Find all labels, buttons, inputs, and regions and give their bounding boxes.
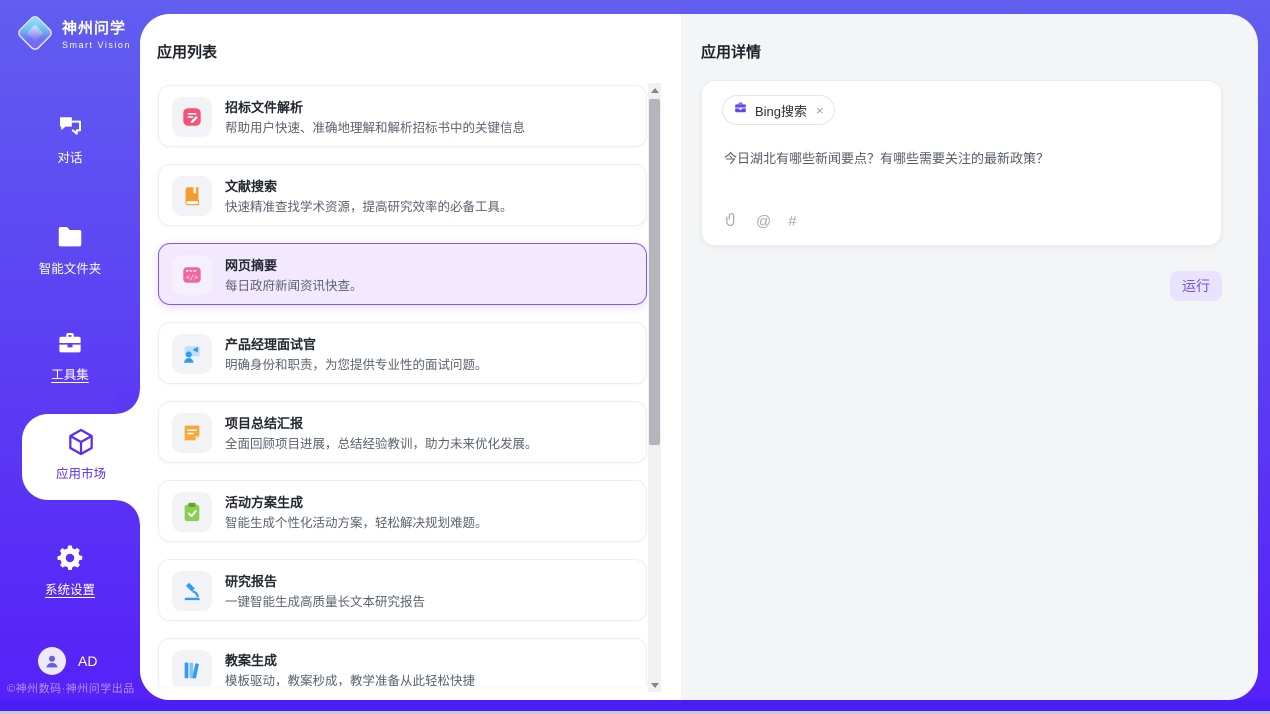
- app-card-interviewer[interactable]: 产品经理面试官明确身份和职责，为您提供专业性的面试问题。: [158, 322, 647, 384]
- sidebar-item-label: 应用市场: [56, 463, 106, 482]
- app-card-note[interactable]: 项目总结汇报全面回顾项目进展，总结经验教训，助力未来优化发展。: [158, 401, 647, 463]
- document-pen-icon: [172, 97, 212, 137]
- sidebar-item-label: 智能文件夹: [39, 258, 102, 277]
- user-row[interactable]: AD: [38, 647, 97, 675]
- brand-name: 神州问学: [62, 17, 131, 38]
- app-card-document-pen[interactable]: 招标文件解析帮助用户快速、准确地理解和解析招标书中的关键信息: [158, 85, 647, 147]
- app-card-description: 快速精准查找学术资源，提高研究效率的必备工具。: [225, 196, 513, 215]
- app-card-list: 招标文件解析帮助用户快速、准确地理解和解析招标书中的关键信息文献搜索快速精准查找…: [158, 85, 647, 700]
- scrollbar-up-arrow-icon[interactable]: [648, 83, 661, 97]
- app-card-description: 全面回顾项目进展，总结经验教训，助力未来优化发展。: [225, 433, 538, 452]
- active-tab-fillet-top: [116, 390, 140, 414]
- app-card-book[interactable]: 文献搜索快速精准查找学术资源，提高研究效率的必备工具。: [158, 164, 647, 226]
- app-card-description: 每日政府新闻资讯快查。: [225, 275, 363, 294]
- tool-chip-bing-search[interactable]: Bing搜索 ×: [722, 95, 835, 125]
- sidebar-item-folder[interactable]: 智能文件夹: [0, 222, 140, 278]
- app-list-scrollbar[interactable]: [648, 83, 661, 692]
- prompt-input-card[interactable]: Bing搜索 × 今日湖北有哪些新闻要点？有哪些需要关注的最新政策？ @#: [701, 80, 1222, 246]
- main-content: 应用列表 招标文件解析帮助用户快速、准确地理解和解析招标书中的关键信息文献搜索快…: [140, 14, 1258, 700]
- app-card-description: 智能生成个性化活动方案，轻松解决规划难题。: [225, 512, 488, 531]
- app-card-microscope[interactable]: 研究报告一键智能生成高质量长文本研究报告: [158, 559, 647, 621]
- active-tab-fillet-bottom: [116, 500, 140, 524]
- cube-icon: [22, 427, 140, 457]
- sidebar-item-label: 对话: [57, 147, 82, 166]
- tool-chip-label: Bing搜索: [755, 101, 807, 120]
- clipboard-check-icon: [172, 492, 212, 532]
- app-card-clipboard-check[interactable]: 活动方案生成智能生成个性化活动方案，轻松解决规划难题。: [158, 480, 647, 542]
- toolbox-icon: [0, 328, 140, 358]
- app-list-pane: 应用列表 招标文件解析帮助用户快速、准确地理解和解析招标书中的关键信息文献搜索快…: [140, 14, 681, 700]
- app-card-title: 研究报告: [225, 571, 277, 590]
- sidebar: 神州问学 Smart Vision 对话智能文件夹工具集应用市场系统设置 AD …: [0, 0, 140, 700]
- app-card-webpage-code[interactable]: </> 网页摘要每日政府新闻资讯快查。: [158, 243, 647, 305]
- copyright-footer: ©神州数码·神州问学出品: [0, 680, 140, 696]
- sidebar-item-chat[interactable]: 对话: [0, 111, 140, 167]
- app-card-title: 产品经理面试官: [225, 334, 316, 353]
- books-icon: [172, 650, 212, 686]
- folder-icon: [0, 222, 140, 252]
- app-card-title: 活动方案生成: [225, 492, 303, 511]
- avatar[interactable]: [38, 647, 66, 675]
- briefcase-icon: [733, 100, 748, 120]
- sidebar-item-cube[interactable]: 应用市场: [22, 414, 140, 500]
- app-card-title: 文献搜索: [225, 176, 277, 195]
- tool-chip-close-icon[interactable]: ×: [816, 103, 824, 118]
- app-card-description: 模板驱动，教案秒成，教学准备从此轻松快捷: [225, 670, 475, 686]
- chat-icon: [0, 111, 140, 141]
- app-card-title: 招标文件解析: [225, 97, 303, 116]
- brand-subtitle: Smart Vision: [62, 40, 131, 50]
- query-input[interactable]: 今日湖北有哪些新闻要点？有哪些需要关注的最新政策？: [724, 149, 1194, 170]
- app-window: 神州问学 Smart Vision 对话智能文件夹工具集应用市场系统设置 AD …: [0, 0, 1270, 714]
- svg-text:</>: </>: [186, 274, 198, 282]
- interviewer-icon: [172, 334, 212, 374]
- bottom-accent-bar: [0, 700, 1270, 711]
- sidebar-item-gear[interactable]: 系统设置: [0, 543, 140, 599]
- scrollbar-down-arrow-icon[interactable]: [648, 678, 661, 692]
- scrollbar-thumb[interactable]: [649, 99, 660, 445]
- composer-toolbar: @#: [724, 211, 797, 232]
- book-icon: [172, 176, 212, 216]
- app-card-description: 一键智能生成高质量长文本研究报告: [225, 591, 425, 610]
- app-card-description: 帮助用户快速、准确地理解和解析招标书中的关键信息: [225, 117, 525, 136]
- app-card-title: 教案生成: [225, 650, 277, 669]
- app-list-title: 应用列表: [157, 41, 217, 62]
- user-initials: AD: [78, 653, 97, 669]
- app-card-books[interactable]: 教案生成模板驱动，教案秒成，教学准备从此轻松快捷: [158, 638, 647, 686]
- app-card-title: 项目总结汇报: [225, 413, 303, 432]
- hash-icon[interactable]: #: [788, 213, 796, 230]
- sidebar-item-label: 工具集: [51, 364, 89, 383]
- sidebar-item-label: 系统设置: [45, 579, 95, 598]
- app-detail-pane: 应用详情 Bing搜索 × 今日湖北有哪些新闻要点？有哪些需要关注的最新政策？ …: [681, 14, 1258, 700]
- brand-diamond-icon: [16, 14, 54, 52]
- app-card-title: 网页摘要: [225, 255, 277, 274]
- run-button[interactable]: 运行: [1170, 271, 1222, 301]
- at-icon[interactable]: @: [756, 213, 771, 230]
- gear-icon: [0, 543, 140, 573]
- app-detail-title: 应用详情: [701, 41, 761, 62]
- brand-logo: 神州问学 Smart Vision: [16, 14, 131, 52]
- note-icon: [172, 413, 212, 453]
- paperclip-icon[interactable]: [724, 211, 739, 232]
- app-card-description: 明确身份和职责，为您提供专业性的面试问题。: [225, 354, 488, 373]
- sidebar-item-toolbox[interactable]: 工具集: [0, 328, 140, 384]
- microscope-icon: [172, 571, 212, 611]
- webpage-code-icon: </>: [172, 255, 212, 295]
